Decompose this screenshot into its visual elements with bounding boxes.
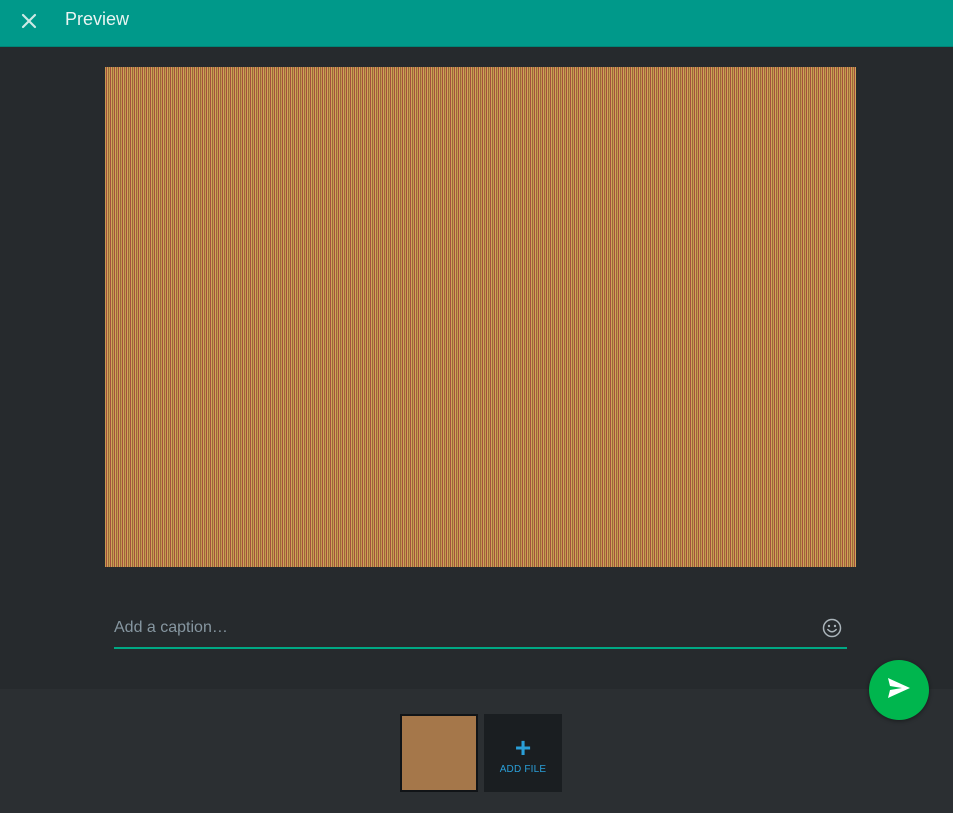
caption-field [114, 612, 847, 649]
add-file-button[interactable]: + ADD FILE [484, 714, 562, 792]
send-button[interactable] [869, 660, 929, 720]
add-file-label: ADD FILE [499, 763, 547, 775]
header-bar: Preview [0, 0, 953, 47]
close-button[interactable] [14, 8, 44, 38]
smiley-icon[interactable] [821, 617, 843, 639]
send-icon [886, 676, 912, 705]
close-icon [21, 13, 37, 34]
caption-input[interactable] [114, 612, 804, 644]
attachment-tray: + ADD FILE [0, 689, 953, 813]
preview-area [0, 47, 953, 689]
plus-icon: + [514, 731, 532, 763]
page-title: Preview [65, 9, 130, 29]
attachment-preview-image [105, 67, 856, 567]
attachment-thumbnail[interactable] [400, 714, 478, 792]
